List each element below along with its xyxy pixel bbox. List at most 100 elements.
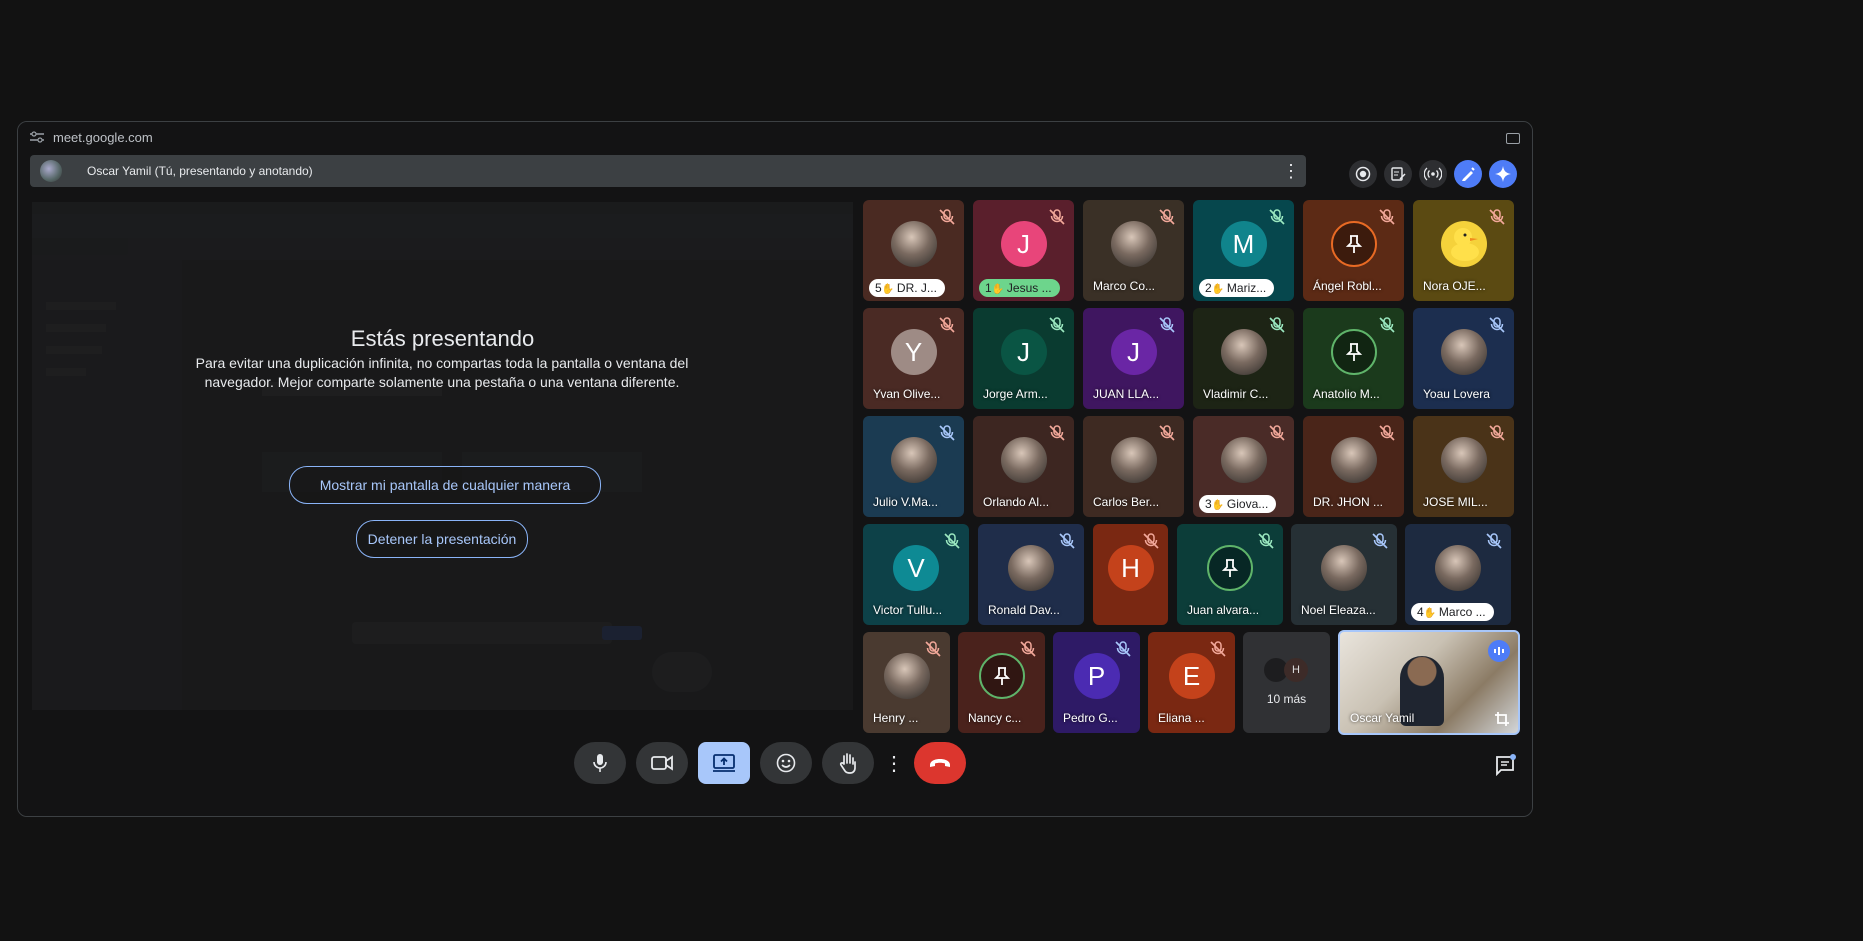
participant-tile[interactable]: M 2✋ Mariz...	[1193, 200, 1294, 301]
annotate-button[interactable]	[1454, 160, 1482, 188]
participant-tile[interactable]: JOSE MIL...	[1413, 416, 1514, 517]
participant-name: Vladimir C...	[1203, 387, 1269, 401]
muted-mic-icon	[939, 425, 955, 441]
participant-tile[interactable]: Anatolio M...	[1303, 308, 1404, 409]
participant-tile[interactable]: V Victor Tullu...	[863, 524, 969, 625]
participant-name: Yvan Olive...	[873, 387, 941, 401]
participant-avatar	[1000, 436, 1047, 483]
record-icon	[1355, 166, 1371, 182]
hand-order: 5	[875, 281, 882, 295]
participant-name: Marco Co...	[1093, 279, 1156, 293]
participant-tile[interactable]: Nora OJE...	[1413, 200, 1514, 301]
mic-button[interactable]	[574, 742, 626, 784]
participant-name: JUAN LLA...	[1093, 387, 1160, 401]
participant-avatar	[1207, 544, 1253, 591]
participant-tile[interactable]: Carlos Ber...	[1083, 416, 1184, 517]
more-options-icon: ⋮	[884, 752, 904, 775]
participant-tile[interactable]: Orlando Al...	[973, 416, 1074, 517]
participant-name: Marco ...	[1438, 605, 1486, 619]
participant-tile[interactable]: Y Yvan Olive...	[863, 308, 964, 409]
participant-name: Mariz...	[1226, 281, 1267, 295]
live-stream-button[interactable]	[1419, 160, 1447, 188]
more-label: 10 más	[1266, 692, 1307, 706]
site-settings-icon[interactable]	[30, 131, 44, 143]
participant-tile[interactable]: Yoau Lovera	[1413, 308, 1514, 409]
participant-tile[interactable]: H	[1093, 524, 1168, 625]
participant-tile[interactable]: Ronald Dav...	[978, 524, 1084, 625]
picture-in-picture-icon[interactable]	[1506, 133, 1520, 144]
participant-avatar	[1321, 544, 1367, 591]
participant-name: Carlos Ber...	[1093, 495, 1160, 509]
participant-tile[interactable]: 4✋ Marco ...	[1405, 524, 1511, 625]
muted-mic-icon	[1269, 209, 1285, 225]
muted-mic-icon	[1372, 533, 1388, 549]
participant-avatar	[1440, 328, 1487, 375]
muted-mic-icon	[1210, 641, 1226, 657]
hand-icon: ✋	[1211, 500, 1227, 511]
participant-tile[interactable]: E Eliana ...	[1148, 632, 1235, 733]
participant-avatar	[1220, 436, 1267, 483]
participant-name: Victor Tullu...	[873, 603, 943, 617]
participant-tile[interactable]: J Jorge Arm...	[973, 308, 1074, 409]
hand-order: 2	[1205, 281, 1212, 295]
hand-icon: ✋	[991, 284, 1007, 295]
hand-icon: ✋	[1211, 284, 1227, 295]
raise-hand-button[interactable]	[822, 742, 874, 784]
participant-name: Ángel Robl...	[1313, 279, 1382, 293]
participant-tile[interactable]: J 1✋ Jesus ...	[973, 200, 1074, 301]
participant-tile[interactable]: Juan alvara...	[1177, 524, 1283, 625]
participant-tile[interactable]: 5✋ DR. J...	[863, 200, 964, 301]
muted-mic-icon	[1049, 425, 1065, 441]
call-controls: ⋮	[18, 742, 1532, 798]
self-video-tile[interactable]: Oscar Yamil	[1338, 630, 1520, 735]
reactions-button[interactable]	[760, 742, 812, 784]
participant-avatar: E	[1168, 652, 1215, 699]
participant-tile[interactable]: DR. JHON ...	[1303, 416, 1404, 517]
participant-tile[interactable]: Henry ...	[863, 632, 950, 733]
participant-name: Jorge Arm...	[983, 387, 1048, 401]
participant-tile[interactable]: Ángel Robl...	[1303, 200, 1404, 301]
stop-presenting-button[interactable]: Detener la presentación	[356, 520, 528, 558]
participant-tile[interactable]: Julio V.Ma...	[863, 416, 964, 517]
participant-avatar: Y	[890, 328, 937, 375]
gemini-button[interactable]	[1489, 160, 1517, 188]
participant-tile[interactable]: Nancy c...	[958, 632, 1045, 733]
emoji-icon	[776, 753, 796, 773]
leave-call-button[interactable]	[914, 742, 966, 784]
participant-avatar	[978, 652, 1025, 699]
crop-icon[interactable]	[1494, 711, 1510, 727]
more-participants-tile[interactable]: H 10 más	[1243, 632, 1330, 733]
participant-tile[interactable]: Noel Eleaza...	[1291, 524, 1397, 625]
participant-tile[interactable]: Vladimir C...	[1193, 308, 1294, 409]
record-button[interactable]	[1349, 160, 1377, 188]
participant-name: Juan alvara...	[1187, 603, 1260, 617]
hand-icon: ✋	[881, 284, 897, 295]
chat-icon[interactable]	[1494, 754, 1516, 776]
camera-button[interactable]	[636, 742, 688, 784]
presenting-warning: Para evitar una duplicación infinita, no…	[195, 355, 689, 390]
more-options-button[interactable]: ⋮	[884, 742, 904, 784]
raised-hand-badge: 1✋ Jesus ...	[979, 279, 1060, 297]
participant-tile[interactable]: P Pedro G...	[1053, 632, 1140, 733]
participant-tile[interactable]: 3✋ Giova...	[1193, 416, 1294, 517]
participant-tile[interactable]: Marco Co...	[1083, 200, 1184, 301]
muted-mic-icon	[1115, 641, 1131, 657]
participant-tile[interactable]: J JUAN LLA...	[1083, 308, 1184, 409]
muted-mic-icon	[944, 533, 960, 549]
participant-avatar	[1440, 436, 1487, 483]
muted-mic-icon	[1379, 209, 1395, 225]
participant-avatar	[890, 436, 937, 483]
notes-button[interactable]	[1384, 160, 1412, 188]
participant-name: Noel Eleaza...	[1301, 603, 1376, 617]
raised-hand-badge: 4✋ Marco ...	[1411, 603, 1494, 621]
share-dim-overlay	[32, 202, 853, 710]
presenter-label: Oscar Yamil (Tú, presentando y anotando)	[87, 164, 313, 178]
participant-name: DR. JHON ...	[1313, 495, 1384, 509]
participant-name: Ronald Dav...	[988, 603, 1060, 617]
participant-avatar	[883, 652, 930, 699]
present-button[interactable]	[698, 742, 750, 784]
screen-share-preview: Estás presentando Para evitar una duplic…	[32, 202, 853, 710]
presenter-more-icon[interactable]: ⋮	[1282, 161, 1300, 181]
muted-mic-icon	[1159, 209, 1175, 225]
show-anyway-button[interactable]: Mostrar mi pantalla de cualquier manera	[289, 466, 601, 504]
